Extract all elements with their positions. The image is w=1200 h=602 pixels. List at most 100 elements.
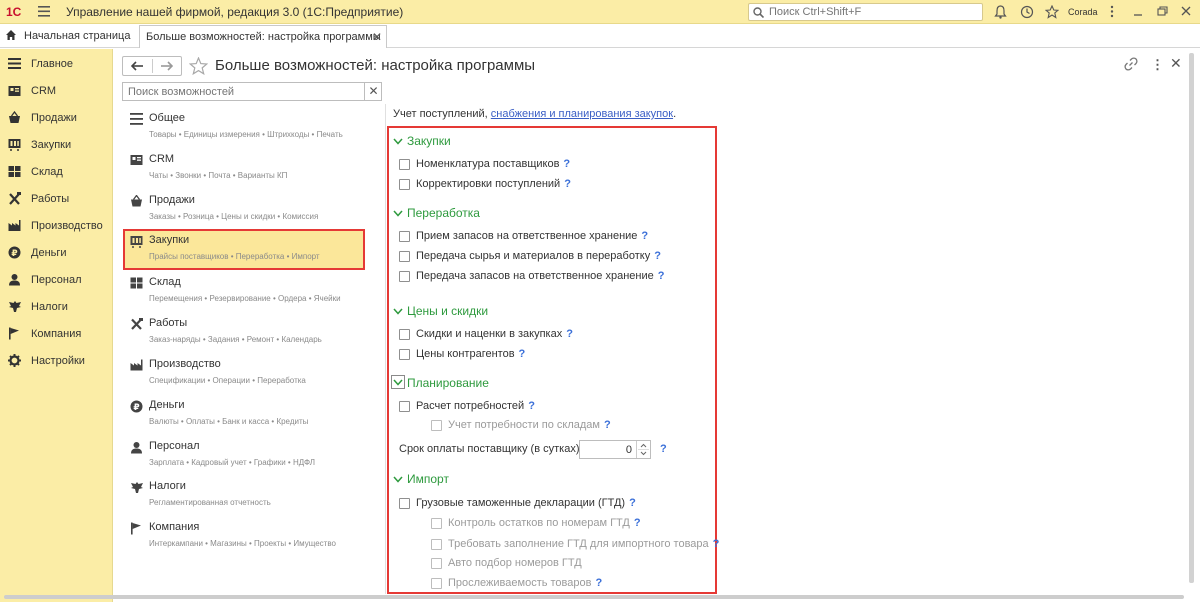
checkbox[interactable] <box>399 498 410 509</box>
checkbox[interactable] <box>399 179 410 190</box>
help-icon[interactable]: ? <box>658 270 665 282</box>
checkbox[interactable] <box>431 518 442 529</box>
global-search-input[interactable] <box>767 5 977 19</box>
group-prices-header[interactable]: Цены и скидки <box>393 304 488 318</box>
checkbox[interactable] <box>431 539 442 550</box>
back-arrow-icon[interactable] <box>131 61 144 71</box>
user-name[interactable]: Corada <box>1068 7 1098 17</box>
section-works[interactable]: Работы Заказ-наряды • Задания • Ремонт •… <box>123 312 365 353</box>
group-planning-header[interactable]: Планирование <box>407 376 489 390</box>
tab-more-features[interactable]: Больше возможностей: настройка программы… <box>139 25 387 48</box>
help-icon[interactable]: ? <box>563 158 570 170</box>
quantity-stepper[interactable] <box>636 441 650 458</box>
section-company[interactable]: Компания Интеркампани • Магазины • Проек… <box>123 516 365 557</box>
checkbox[interactable] <box>431 558 442 569</box>
checkbox[interactable] <box>399 159 410 170</box>
sidebar-item-warehouse[interactable]: Склад <box>0 159 113 186</box>
section-general[interactable]: Общее Товары • Единицы измерения • Штрих… <box>123 107 365 148</box>
group-processing-header[interactable]: Переработка <box>393 206 480 220</box>
help-icon[interactable]: ? <box>641 230 648 242</box>
help-icon[interactable]: ? <box>528 400 535 412</box>
factory-icon <box>130 359 143 371</box>
vertical-scrollbar[interactable] <box>1187 49 1195 589</box>
section-subtitle: Товары • Единицы измерения • Штрихкоды •… <box>149 130 343 139</box>
search-icon <box>753 7 764 18</box>
help-icon[interactable]: ? <box>629 497 636 509</box>
help-icon[interactable]: ? <box>595 577 602 589</box>
sidebar-item-works[interactable]: Работы <box>0 186 113 213</box>
features-search-input[interactable] <box>126 84 356 99</box>
checkbox[interactable] <box>399 231 410 242</box>
sidebar-item-sales[interactable]: Продажи <box>0 105 113 132</box>
chevron-down-icon <box>393 308 403 315</box>
sidebar-item-purchases[interactable]: Закупки <box>0 132 113 159</box>
scrollbar-thumb[interactable] <box>4 595 1184 599</box>
checkbox[interactable] <box>399 251 410 262</box>
section-taxes[interactable]: Налоги Регламентированная отчетность <box>123 475 365 516</box>
favorite-star-icon[interactable] <box>189 57 208 75</box>
help-icon[interactable]: ? <box>660 443 667 455</box>
section-staff[interactable]: Персонал Зарплата • Кадровый учет • Граф… <box>123 435 365 476</box>
sidebar-item-staff[interactable]: Персонал <box>0 267 113 294</box>
app-logo[interactable]: 1С <box>6 5 21 19</box>
sidebar-item-taxes[interactable]: Налоги <box>0 294 113 321</box>
section-warehouse[interactable]: Склад Перемещения • Резервирование • Орд… <box>123 271 365 312</box>
minimize-icon[interactable] <box>1133 5 1143 18</box>
option-label: Корректировки поступлений <box>416 178 561 190</box>
settings-menu-icon[interactable] <box>1110 5 1114 18</box>
section-production[interactable]: Производство Спецификации • Операции • П… <box>123 353 365 394</box>
favorites-icon[interactable] <box>1045 5 1059 19</box>
main-menu-icon[interactable] <box>38 6 50 17</box>
help-icon[interactable]: ? <box>519 348 526 360</box>
global-search[interactable] <box>748 3 983 21</box>
section-money[interactable]: ₽ Деньги Валюты • Оплаты • Банк и касса … <box>123 394 365 435</box>
sidebar-item-production[interactable]: Производство <box>0 213 113 240</box>
tab-home[interactable]: Начальная страница <box>0 24 138 48</box>
help-icon[interactable]: ? <box>713 538 720 550</box>
sidebar-item-crm[interactable]: CRM <box>0 78 113 105</box>
help-icon[interactable]: ? <box>654 250 661 262</box>
help-icon[interactable]: ? <box>564 178 571 190</box>
group-purchases-header[interactable]: Закупки <box>393 134 451 148</box>
tab-close-icon[interactable]: ✕ <box>372 30 382 44</box>
help-icon[interactable]: ? <box>604 419 611 431</box>
checkbox[interactable] <box>399 329 410 340</box>
help-icon[interactable]: ? <box>634 517 641 529</box>
group-import-header[interactable]: Импорт <box>393 472 449 486</box>
more-actions-button[interactable]: ⋮ <box>1151 57 1164 73</box>
scrollbar-thumb[interactable] <box>1189 53 1194 583</box>
form-close-button[interactable]: ✕ <box>1170 55 1182 72</box>
forward-arrow-icon[interactable] <box>160 61 173 71</box>
section-subtitle: Интеркампани • Магазины • Проекты • Имущ… <box>149 539 336 548</box>
sidebar-item-settings[interactable]: Настройки <box>0 348 113 375</box>
sidebar-item-money[interactable]: ₽ Деньги <box>0 240 113 267</box>
section-name: CRM <box>149 153 175 165</box>
sidebar-item-label: Производство <box>31 220 103 232</box>
lines-icon <box>130 113 143 125</box>
payment-term-input[interactable]: 0 <box>579 440 651 459</box>
sidebar-item-company[interactable]: Компания <box>0 321 113 348</box>
sidebar-item-main[interactable]: Главное <box>0 51 113 78</box>
horizontal-scrollbar[interactable] <box>0 595 1190 600</box>
clear-search-button[interactable]: ✕ <box>364 83 382 100</box>
checkbox[interactable] <box>431 578 442 589</box>
warehouse-icon <box>130 277 143 289</box>
checkbox[interactable] <box>399 401 410 412</box>
section-name: Закупки <box>149 234 190 246</box>
checkbox[interactable] <box>399 271 410 282</box>
intro-link[interactable]: снабжения и планирования закупок <box>491 108 673 120</box>
section-sales[interactable]: Продажи Заказы • Розница • Цены и скидки… <box>123 189 365 230</box>
restore-icon[interactable] <box>1157 5 1168 18</box>
svg-text:₽: ₽ <box>133 403 139 413</box>
checkbox[interactable] <box>431 420 442 431</box>
history-icon[interactable] <box>1020 5 1034 19</box>
planning-toggle-icon[interactable] <box>391 375 405 389</box>
close-icon[interactable] <box>1181 5 1191 18</box>
checkbox[interactable] <box>399 349 410 360</box>
help-icon[interactable]: ? <box>566 328 573 340</box>
section-purchases[interactable]: Закупки Прайсы поставщиков • Переработка… <box>123 229 365 270</box>
tabs-bar: Начальная страница Больше возможностей: … <box>0 24 1200 48</box>
link-icon[interactable] <box>1124 57 1138 71</box>
section-crm[interactable]: CRM Чаты • Звонки • Почта • Варианты КП <box>123 148 365 189</box>
bell-icon[interactable] <box>994 5 1007 19</box>
